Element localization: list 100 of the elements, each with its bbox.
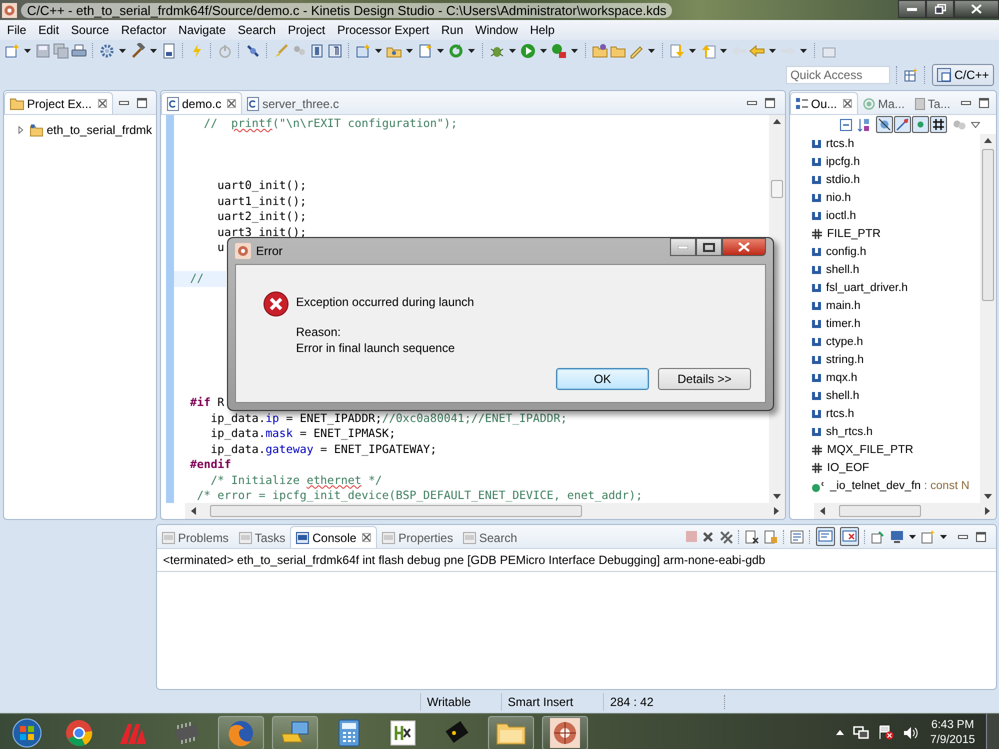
menu-item[interactable]: Project — [282, 23, 332, 37]
caret-icon[interactable] — [769, 48, 776, 52]
play-icon[interactable] — [520, 42, 536, 58]
menu-item[interactable]: Processor Expert — [332, 23, 436, 37]
taskbar-button[interactable] — [272, 716, 318, 749]
close-icon[interactable] — [98, 99, 107, 108]
view-menu-icon[interactable] — [971, 122, 980, 128]
document-icon[interactable] — [161, 42, 177, 58]
minimize-button[interactable] — [898, 0, 926, 18]
clock[interactable]: 6:43 PM 7/9/2015 — [928, 718, 977, 748]
outline-item[interactable]: FILE_PTR — [790, 225, 980, 243]
panel-icon[interactable] — [309, 42, 325, 58]
scroll-up-icon[interactable] — [773, 119, 781, 124]
remove-all-icon[interactable] — [719, 530, 733, 544]
flag-icon[interactable] — [878, 725, 894, 740]
minimize-icon[interactable] — [118, 100, 129, 104]
outline-item[interactable]: shell.h — [790, 261, 980, 279]
menu-item[interactable]: Source — [66, 23, 116, 37]
editor-tab[interactable]: demo.c — [161, 92, 242, 114]
maximize-button[interactable] — [696, 238, 722, 256]
scroll-thumb[interactable] — [982, 149, 994, 301]
outline-item[interactable]: rtcs.h — [790, 405, 980, 423]
scroll-right-icon[interactable] — [985, 507, 990, 515]
lock-icon[interactable] — [764, 530, 778, 544]
caret-icon[interactable] — [375, 48, 382, 52]
new-source-icon[interactable] — [417, 42, 433, 58]
outline-item[interactable]: ctype.h — [790, 333, 980, 351]
filter-icon[interactable] — [894, 116, 911, 133]
scroll-up-icon[interactable] — [984, 138, 992, 143]
caret-icon[interactable] — [119, 48, 126, 52]
outline-item[interactable]: shell.h — [790, 387, 980, 405]
view-tab[interactable]: Ta... — [910, 93, 956, 114]
outline-item[interactable]: nio.h — [790, 189, 980, 207]
word-wrap-icon[interactable] — [790, 530, 804, 544]
outline-item[interactable]: timer.h — [790, 315, 980, 333]
minimize-button[interactable] — [670, 238, 696, 256]
outline-item[interactable]: mqx.h — [790, 369, 980, 387]
remove-icon[interactable] — [702, 530, 714, 542]
minimize-icon[interactable] — [961, 100, 972, 104]
view-tab[interactable]: Ma... — [858, 93, 910, 114]
caret-icon[interactable] — [940, 534, 947, 538]
caret-icon[interactable] — [909, 534, 916, 538]
new-file-icon[interactable] — [4, 42, 20, 58]
scroll-left-icon[interactable] — [820, 507, 825, 515]
maximize-icon[interactable] — [979, 98, 990, 108]
view-tab[interactable]: Project Ex... — [4, 92, 113, 114]
view-tab[interactable]: Tasks — [234, 527, 290, 548]
menu-item[interactable]: Window — [470, 23, 525, 37]
minimize-icon[interactable] — [958, 534, 968, 538]
outline-item[interactable]: MQX_FILE_PTR — [790, 441, 980, 459]
caret-icon[interactable] — [509, 48, 516, 52]
caret-icon[interactable] — [468, 48, 475, 52]
view-tab[interactable]: Properties — [377, 527, 458, 548]
tree-item[interactable]: eth_to_serial_frdmk — [8, 123, 152, 137]
outline-item[interactable]: rtcs.h — [790, 135, 980, 153]
scroll-right-icon[interactable] — [774, 507, 779, 515]
scroll-left-icon[interactable] — [191, 507, 196, 515]
outline-item[interactable]: ioctl.h — [790, 207, 980, 225]
show-desktop-button[interactable] — [986, 714, 999, 749]
clear-icon[interactable] — [745, 530, 759, 544]
outline-item[interactable]: config.h — [790, 243, 980, 261]
outline-item[interactable]: sh_rtcs.h — [790, 423, 980, 441]
collapse-all-icon[interactable] — [840, 118, 852, 130]
view-tab[interactable]: Problems — [157, 527, 234, 548]
printer-icon[interactable] — [71, 42, 87, 58]
scroll-down-icon[interactable] — [773, 494, 781, 499]
caret-icon[interactable] — [571, 48, 578, 52]
expand-arrow-icon[interactable] — [18, 126, 24, 134]
run-tool-icon[interactable] — [551, 42, 567, 58]
scroll-down-icon[interactable] — [984, 494, 992, 499]
caret-icon[interactable] — [406, 48, 413, 52]
outline-item[interactable]: fsl_uart_driver.h — [790, 279, 980, 297]
caret-icon[interactable] — [648, 48, 655, 52]
close-button[interactable] — [954, 0, 999, 18]
menu-item[interactable]: Navigate — [173, 23, 233, 37]
pilcrow-icon[interactable] — [327, 42, 343, 58]
view-tab[interactable]: Search — [458, 527, 522, 548]
speaker-icon[interactable] — [903, 726, 920, 740]
caret-icon[interactable] — [24, 48, 31, 52]
console-output-icon[interactable] — [816, 527, 835, 546]
gear-icon[interactable] — [99, 42, 115, 58]
menu-item[interactable]: Search — [232, 23, 283, 37]
caret-icon[interactable] — [689, 48, 696, 52]
menu-item[interactable]: Run — [436, 23, 470, 37]
scroll-thumb[interactable] — [771, 180, 783, 198]
taskbar-button[interactable] — [542, 716, 588, 749]
outline-item[interactable]: main.h — [790, 297, 980, 315]
outline-item[interactable]: stdio.h — [790, 171, 980, 189]
caret-icon[interactable] — [720, 48, 727, 52]
new-console-icon[interactable] — [921, 530, 935, 544]
pin-icon[interactable] — [871, 530, 885, 544]
maximize-icon[interactable] — [976, 532, 986, 542]
taskbar-button[interactable] — [488, 716, 534, 749]
menu-item[interactable]: Refactor — [116, 23, 174, 37]
perspective-button[interactable]: C/C++ — [932, 64, 994, 86]
close-icon[interactable] — [843, 99, 852, 108]
dialog-button[interactable]: OK — [556, 368, 649, 390]
close-icon[interactable] — [227, 99, 236, 108]
minimize-icon[interactable] — [747, 100, 757, 104]
horizontal-scrollbar[interactable] — [814, 503, 996, 519]
